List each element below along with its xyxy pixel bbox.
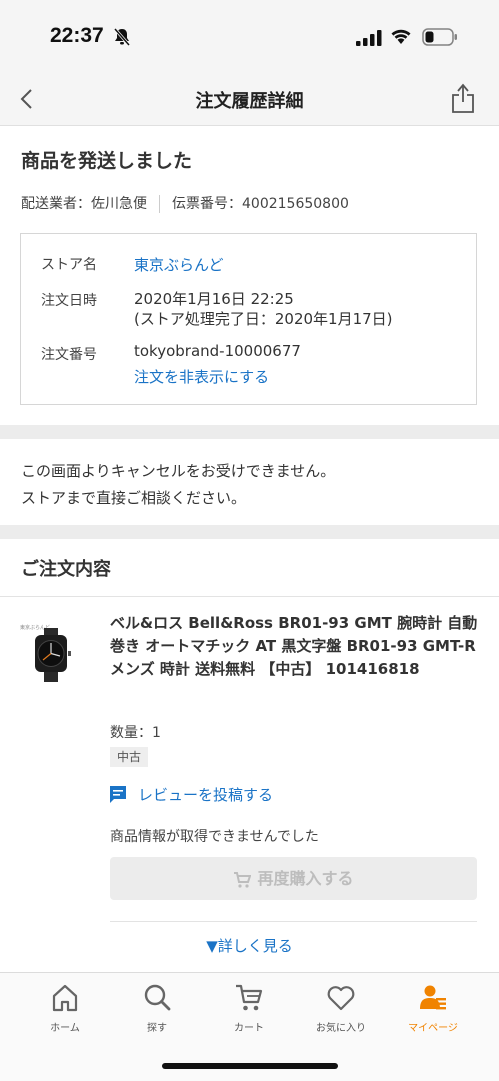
home-indicator — [162, 1063, 338, 1069]
user-icon — [420, 985, 446, 1010]
carrier-text: 配送業者：佐川急便 — [21, 196, 147, 212]
section-divider — [0, 425, 499, 439]
order-contents-heading: ご注文内容 — [21, 559, 111, 580]
nav-bar: 注文履歴詳細 — [0, 75, 499, 126]
tab-search-label: 探す — [147, 1023, 167, 1034]
unavailable-message: 商品情報が取得できませんでした — [110, 829, 319, 845]
notice-line-2: ストアまで直接ご相談ください。 — [21, 489, 247, 507]
order-date-note: (ストア処理完了日：2020年1月17日) — [134, 310, 393, 328]
signal-icon — [356, 30, 382, 46]
product-title-link[interactable]: ベル&ロス Bell&Ross BR01-93 GMT 腕時計 自動巻き オート… — [110, 612, 480, 681]
product-image[interactable]: 東京ぶらんど — [18, 620, 84, 684]
rebuy-button-label: 再度購入する — [257, 869, 354, 888]
quantity-text: 数量：1 — [110, 725, 161, 741]
section-divider — [0, 525, 499, 539]
rebuy-button[interactable]: 再度購入する — [110, 857, 477, 900]
tab-home-label: ホーム — [50, 1023, 80, 1034]
review-icon — [110, 786, 126, 803]
cart-icon — [234, 871, 252, 888]
store-name-link[interactable]: 東京ぶらんど — [134, 254, 224, 275]
divider — [0, 596, 499, 597]
bell-muted-icon — [114, 28, 130, 46]
tab-mypage[interactable]: マイページ — [393, 983, 473, 1043]
tab-home[interactable]: ホーム — [25, 983, 105, 1043]
notice-line-1: この画面よりキャンセルをお受けできません。 — [21, 462, 336, 480]
share-icon[interactable] — [450, 82, 476, 114]
battery-icon — [422, 28, 457, 46]
order-number-value: tokyobrand-10000677 — [134, 342, 301, 360]
shipping-info: 配送業者：佐川急便 伝票番号：400215650800 — [21, 193, 349, 213]
search-icon — [144, 984, 171, 1011]
store-label: ストア名 — [41, 257, 97, 273]
cart-icon — [236, 984, 263, 1011]
tab-cart-label: カート — [234, 1023, 264, 1034]
status-bar: 22:37 — [0, 0, 499, 75]
condition-badge: 中古 — [110, 747, 149, 767]
wifi-icon — [391, 29, 411, 44]
divider — [110, 921, 477, 922]
tab-favorites[interactable]: お気に入り — [301, 983, 381, 1043]
order-number-label: 注文番号 — [41, 347, 97, 363]
tab-mypage-label: マイページ — [408, 1023, 458, 1034]
page-title: 注文履歴詳細 — [195, 91, 304, 112]
tab-cart[interactable]: カート — [209, 983, 289, 1043]
tracking-number: 伝票番号：400215650800 — [172, 196, 349, 212]
order-date-label: 注文日時 — [41, 293, 97, 309]
review-link-label: レビューを投稿する — [138, 786, 274, 804]
tab-favorites-label: お気に入り — [316, 1023, 366, 1034]
heart-icon — [327, 986, 355, 1011]
show-more-link[interactable]: ▼詳しく見る — [0, 935, 499, 956]
status-time: 22:37 — [50, 24, 104, 47]
hide-order-link[interactable]: 注文を非表示にする — [134, 366, 269, 387]
divider — [159, 195, 160, 213]
order-date-value: 2020年1月16日 22:25 — [134, 290, 294, 308]
tab-search[interactable]: 探す — [117, 983, 197, 1043]
cancel-notice: この画面よりキャンセルをお受けできません。 ストアまで直接ご相談ください。 — [21, 458, 335, 512]
order-store-box: ストア名 東京ぶらんど 注文日時 2020年1月16日 22:25 (ストア処理… — [20, 233, 477, 405]
home-icon — [52, 984, 78, 1012]
shipping-status-heading: 商品を発送しました — [21, 150, 193, 172]
